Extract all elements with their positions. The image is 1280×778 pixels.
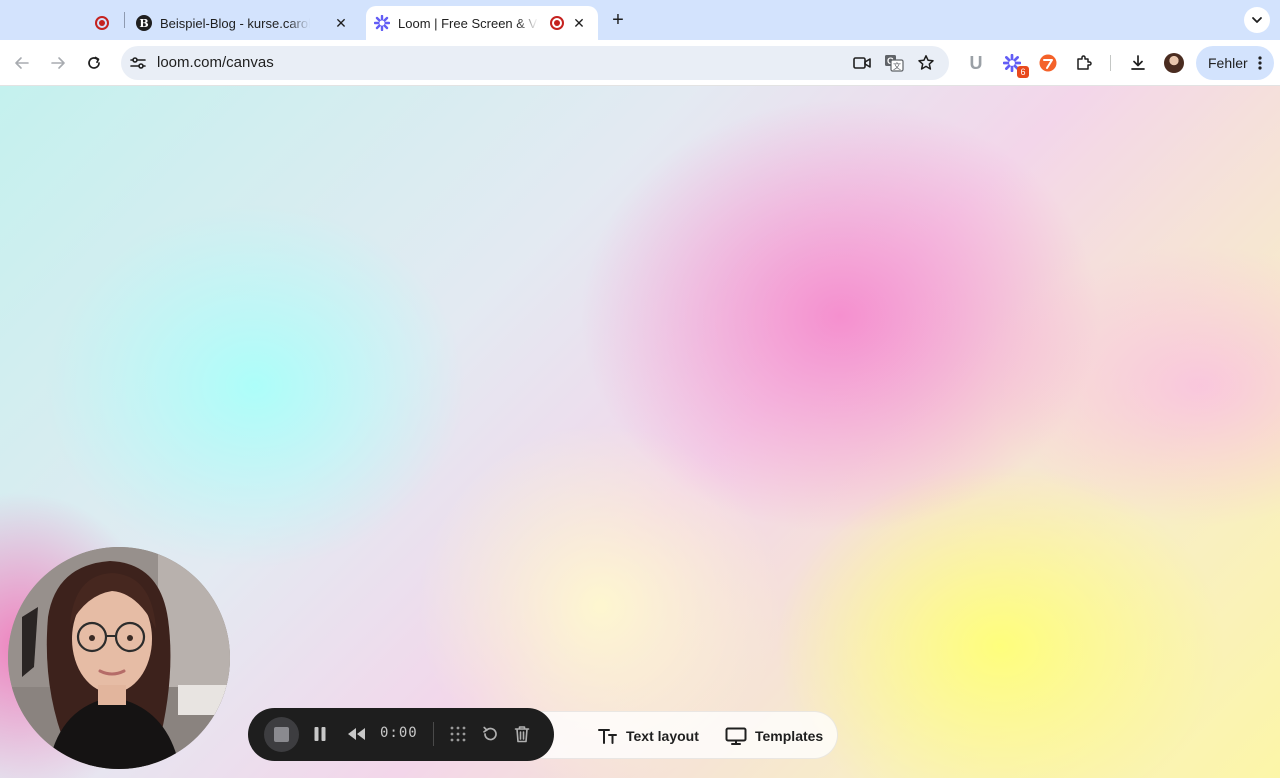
drag-handle-icon bbox=[450, 726, 466, 742]
new-tab-button[interactable]: + bbox=[606, 9, 630, 33]
url-text[interactable]: loom.com/canvas bbox=[157, 54, 274, 71]
tab-title: Loom | Free Screen & Video bbox=[398, 15, 538, 31]
arrow-right-icon bbox=[51, 57, 65, 69]
tab-search-button[interactable] bbox=[1244, 7, 1270, 33]
monitor-icon bbox=[725, 727, 747, 745]
toolbar-separator bbox=[1110, 55, 1111, 71]
templates-button[interactable]: Templates bbox=[725, 712, 823, 760]
recording-control-bar: 0:00 bbox=[248, 708, 554, 761]
stop-recording-button[interactable] bbox=[264, 717, 299, 752]
extension-orange-icon[interactable] bbox=[1037, 52, 1059, 74]
tab-pinned-recording[interactable] bbox=[84, 6, 120, 40]
profile-error-button[interactable]: Fehler bbox=[1196, 46, 1274, 80]
avatar[interactable] bbox=[1164, 53, 1184, 73]
bookmark-star-icon[interactable] bbox=[916, 53, 936, 73]
translate-icon[interactable]: G 文 bbox=[884, 53, 904, 73]
delete-recording-button[interactable] bbox=[510, 722, 534, 746]
webcam-bubble[interactable] bbox=[8, 547, 230, 769]
site-settings-icon[interactable] bbox=[129, 54, 147, 72]
loom-favicon-icon bbox=[374, 15, 390, 31]
tab-strip: B Beispiel-Blog - kurse.caroline ✕ Loom … bbox=[0, 0, 1280, 40]
tab-beispiel-blog[interactable]: B Beispiel-Blog - kurse.caroline ✕ bbox=[128, 6, 360, 40]
recording-timer: 0:00 bbox=[380, 725, 418, 741]
arrow-left-icon bbox=[15, 57, 29, 69]
extensions-puzzle-icon[interactable] bbox=[1073, 52, 1095, 74]
templates-label: Templates bbox=[755, 728, 824, 744]
profile-label: Fehler bbox=[1208, 55, 1248, 71]
chevron-down-icon bbox=[1252, 17, 1262, 23]
extension-u-icon[interactable]: U bbox=[965, 52, 987, 74]
blog-favicon-icon: B bbox=[136, 15, 152, 31]
recording-icon bbox=[550, 16, 564, 30]
loom-canvas-background: nd Text layout Templates bbox=[0, 86, 1280, 778]
tab-title: Beispiel-Blog - kurse.caroline bbox=[160, 15, 310, 31]
restart-button[interactable] bbox=[478, 722, 502, 746]
recording-icon bbox=[95, 16, 109, 30]
webcam-person-image bbox=[8, 547, 230, 769]
back-button[interactable] bbox=[8, 49, 36, 77]
restart-icon bbox=[483, 726, 497, 741]
extension-loom-icon[interactable]: 6 bbox=[1001, 52, 1029, 78]
reload-icon bbox=[88, 56, 100, 69]
pause-icon bbox=[314, 727, 326, 741]
extension-badge: 6 bbox=[1017, 66, 1029, 78]
text-layout-label: Text layout bbox=[626, 728, 699, 744]
tab-separator bbox=[124, 12, 125, 28]
close-icon[interactable]: ✕ bbox=[332, 14, 350, 32]
drag-handle[interactable] bbox=[446, 722, 470, 746]
close-icon[interactable]: ✕ bbox=[570, 14, 588, 32]
camera-in-use-icon[interactable] bbox=[852, 53, 872, 73]
text-size-icon bbox=[598, 729, 617, 744]
download-icon[interactable] bbox=[1127, 52, 1149, 74]
address-bar[interactable]: loom.com/canvas G 文 bbox=[121, 46, 949, 80]
forward-button[interactable] bbox=[44, 49, 72, 77]
browser-toolbar: loom.com/canvas G 文 U bbox=[0, 40, 1280, 86]
pause-button[interactable] bbox=[308, 722, 332, 746]
tab-loom[interactable]: Loom | Free Screen & Video ✕ bbox=[366, 6, 598, 40]
text-layout-button[interactable]: Text layout bbox=[598, 712, 699, 760]
more-vertical-icon bbox=[1258, 56, 1262, 70]
svg-text:文: 文 bbox=[893, 61, 901, 71]
rewind-button[interactable] bbox=[344, 722, 368, 746]
recorder-separator bbox=[433, 722, 434, 746]
canvas-toolbar: nd Text layout Templates bbox=[520, 711, 838, 759]
rewind-icon bbox=[348, 728, 365, 740]
trash-icon bbox=[514, 726, 530, 743]
reload-button[interactable] bbox=[80, 49, 108, 77]
